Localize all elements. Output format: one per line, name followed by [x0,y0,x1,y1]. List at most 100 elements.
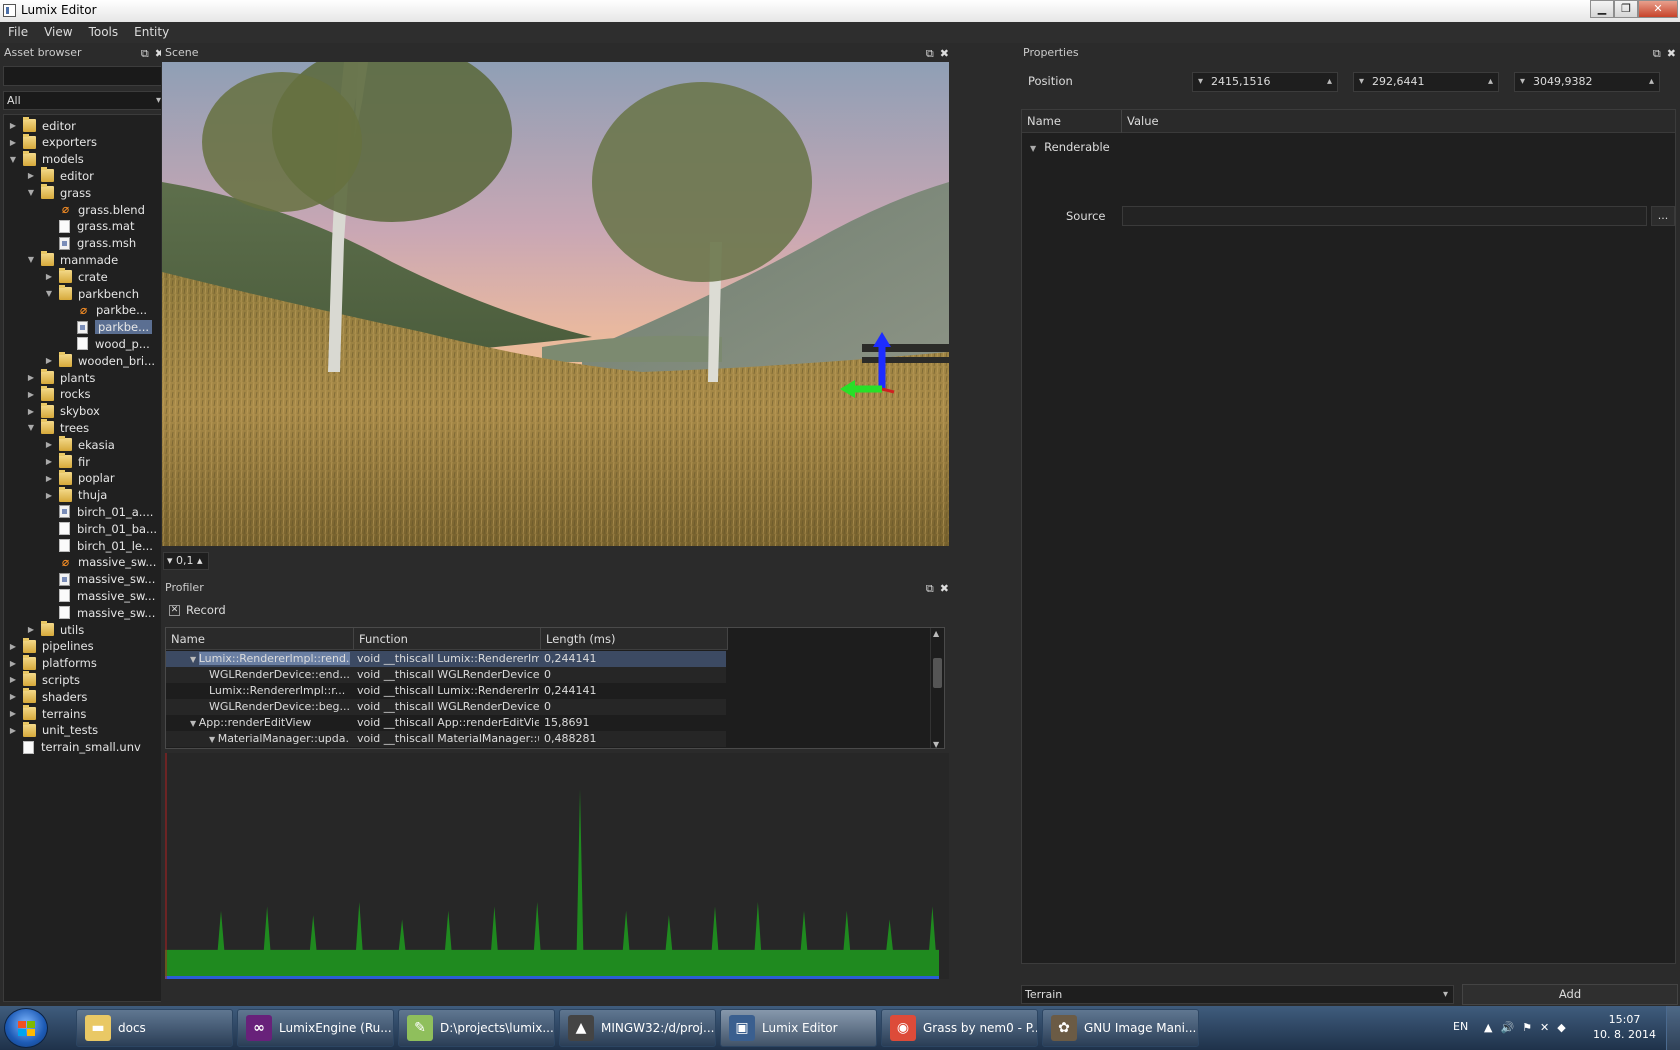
close-icon[interactable]: ✖ [940,45,949,63]
profiler-row[interactable]: Lumix::RendererImpl::r... void __thiscall… [166,683,726,699]
asset-tree[interactable]: ▶ editor ▶ exporters ▼ models ▶ editor ▼ grass ⌀ gr… [3,114,166,1002]
add-component-button[interactable]: Add [1462,984,1678,1005]
collapse-arrow-icon[interactable]: ▶ [44,356,54,365]
collapse-arrow-icon[interactable]: ▶ [8,642,18,651]
collapse-arrow-icon[interactable]: ▶ [44,457,54,466]
tree-item[interactable]: ▶ ekasia [44,436,115,453]
collapse-arrow-icon[interactable]: ▶ [44,440,54,449]
tree-item[interactable]: grass.mat [44,218,134,235]
clock[interactable]: 15:07 10. 8. 2014 [1593,1012,1656,1042]
start-button[interactable] [4,1008,48,1048]
tree-item[interactable]: grass.msh [44,235,136,252]
tree-item[interactable]: ⌀ grass.blend [44,201,145,218]
tray-expand-icon[interactable]: ▲ [1484,1021,1492,1034]
tree-item[interactable]: ▼ manmade [26,251,118,268]
close-icon[interactable]: ✖ [1667,45,1676,63]
property-grid[interactable]: Name Value ▼ Renderable Source ... [1021,109,1676,964]
tree-item[interactable]: birch_01_le... [44,537,153,554]
expand-arrow-icon[interactable]: ▼ [190,719,199,728]
tree-item[interactable]: ▶ terrains [8,705,86,722]
scroll-down-icon[interactable]: ▼ [933,740,939,748]
language-indicator[interactable]: EN [1453,1020,1468,1033]
tree-item[interactable]: ▶ exporters [8,133,97,151]
maximize-button[interactable]: ❐ [1614,0,1638,18]
expand-arrow-icon[interactable]: ▼ [190,655,199,664]
tree-item[interactable]: ▶ pipelines [8,637,94,655]
expand-arrow-icon[interactable]: ▼ [44,289,54,298]
collapse-arrow-icon[interactable]: ▶ [26,625,36,634]
scene-render[interactable] [162,62,949,546]
tree-item[interactable]: ▶ thuja [44,486,107,504]
close-icon[interactable]: ✖ [940,580,949,598]
tree-item[interactable]: ▶ plants [26,369,95,386]
taskbar-button[interactable]: ▣ Lumix Editor [720,1009,877,1047]
profiler-row[interactable]: WGLRenderDevice::end... void __thiscall W… [166,667,726,683]
position-x-field[interactable]: 2415,1516 [1192,72,1338,92]
collapse-arrow-icon[interactable]: ▶ [44,272,54,281]
minimize-button[interactable]: ▁ [1590,0,1614,18]
undock-icon[interactable]: ⧉ [926,580,934,598]
tree-item[interactable]: massive_sw... [44,571,155,588]
column-header-name[interactable]: Name [166,628,354,650]
collapse-arrow-icon[interactable]: ▶ [8,726,18,735]
checkbox-icon[interactable]: ✕ [169,604,180,616]
collapse-arrow-icon[interactable]: ▶ [26,171,36,180]
browse-button[interactable]: ... [1651,206,1675,226]
position-y-field[interactable]: 292,6441 [1353,72,1499,92]
component-type-select[interactable]: Terrain [1021,985,1454,1004]
taskbar-button[interactable]: ▬ docs [76,1009,233,1047]
collapse-arrow-icon[interactable]: ▶ [26,390,36,399]
tree-item[interactable]: ▶ editor [8,117,76,134]
menu-tools[interactable]: Tools [81,22,127,43]
menu-file[interactable]: File [0,22,36,43]
collapse-arrow-icon[interactable]: ▶ [8,121,18,130]
tree-item[interactable]: ▼ models [8,150,84,168]
network-icon[interactable]: ✕ [1540,1021,1549,1034]
collapse-arrow-icon[interactable]: ▶ [8,675,18,684]
tree-item[interactable]: massive_sw... [44,587,155,604]
profiler-row[interactable]: ▼ Lumix::RendererImpl::rend... void __thi… [166,651,726,667]
tree-item[interactable]: ▶ poplar [44,469,115,487]
tree-item[interactable]: terrain_small.unv [8,739,141,756]
taskbar-button[interactable]: ∞ LumixEngine (Ru... [237,1009,394,1047]
tree-item[interactable]: ⌀ massive_sw... [44,554,157,571]
tree-item[interactable]: ▶ platforms [8,654,97,672]
tree-item[interactable]: ▼ grass [26,184,91,201]
expand-arrow-icon[interactable]: ▼ [26,255,36,264]
tree-item[interactable]: ▶ shaders [8,688,87,705]
column-header-value[interactable]: Value [1122,110,1675,133]
record-checkbox[interactable]: ✕ Record [169,603,226,617]
expand-arrow-icon[interactable]: ▼ [209,735,218,744]
tree-item[interactable]: ⌀ parkbe... [62,302,147,319]
collapse-arrow-icon[interactable]: ▶ [8,138,18,147]
asset-search-input[interactable] [3,66,166,86]
taskbar-button[interactable]: ▲ MINGW32:/d/proj... [559,1009,716,1047]
taskbar-button[interactable]: ◉ Grass by nem0 - P... [881,1009,1038,1047]
source-input[interactable] [1122,206,1647,226]
collapse-arrow-icon[interactable]: ▶ [8,709,18,718]
tree-item[interactable]: ▶ crate [44,268,108,285]
undock-icon[interactable]: ⧉ [926,45,934,63]
profiler-row[interactable]: ▼ MaterialManager::upda... void __thiscal… [166,731,726,747]
close-button[interactable]: ✕ [1638,0,1678,18]
column-header-function[interactable]: Function [354,628,541,650]
tree-item[interactable]: ▶ scripts [8,671,80,688]
collapse-arrow-icon[interactable]: ▶ [8,659,18,668]
position-z-field[interactable]: 3049,9382 [1514,72,1660,92]
column-header-length[interactable]: Length (ms) [541,628,728,650]
tree-item[interactable]: ▶ editor [26,167,94,184]
collapse-arrow-icon[interactable]: ▶ [44,491,54,500]
taskbar-button[interactable]: ✎ D:\projects\lumix... [398,1009,555,1047]
tree-item[interactable]: birch_01_a.... [44,503,153,520]
scroll-up-icon[interactable]: ▲ [933,629,939,638]
component-row[interactable]: ▼ Renderable [1030,140,1110,154]
collapse-arrow-icon[interactable]: ▶ [26,407,36,416]
scene-viewport[interactable] [162,62,949,546]
shield-icon[interactable]: ◆ [1557,1021,1565,1034]
tree-item[interactable]: wood_p... [62,335,150,352]
menu-entity[interactable]: Entity [126,22,177,43]
tree-item[interactable]: ▶ unit_tests [8,721,98,739]
tree-item[interactable]: ▼ trees [26,419,89,436]
taskbar-button[interactable]: ✿ GNU Image Mani... [1042,1009,1199,1047]
collapse-arrow-icon[interactable]: ▶ [8,692,18,701]
